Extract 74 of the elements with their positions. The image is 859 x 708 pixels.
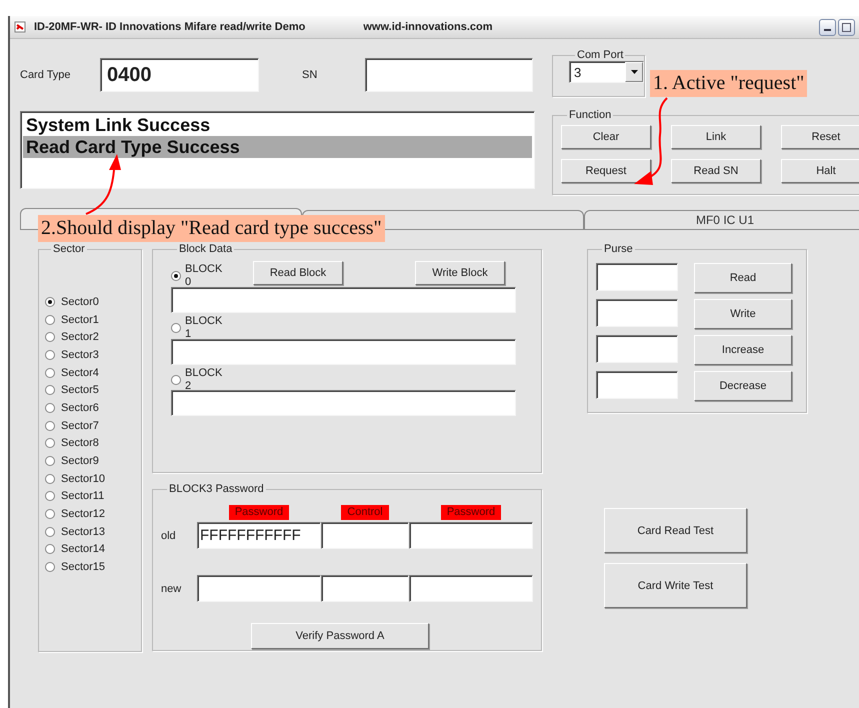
purse-field[interactable] — [596, 335, 678, 363]
sector-radio[interactable]: Sector14 — [45, 540, 106, 558]
function-button[interactable]: Reset — [781, 125, 859, 149]
purse-field[interactable] — [596, 263, 678, 291]
sector-radio[interactable]: Sector2 — [45, 328, 99, 346]
function-button[interactable]: Halt — [781, 159, 859, 183]
purse-button[interactable]: Read — [694, 263, 792, 293]
annotation-tooltip: 2.Should display "Read card type success" — [38, 215, 385, 242]
purse-button[interactable]: Increase — [694, 335, 792, 365]
tab[interactable]: MF0 IC U1 — [584, 210, 859, 229]
website-text: www.id-innovations.com — [363, 21, 493, 33]
sector-radio[interactable]: Sector0 — [45, 293, 99, 311]
block-field[interactable] — [171, 287, 516, 313]
sector-radio[interactable]: Sector15 — [45, 558, 106, 576]
com-port-dropdown[interactable]: 3 — [569, 61, 644, 83]
group-label: Block Data — [178, 243, 234, 255]
purse-field[interactable] — [596, 371, 678, 399]
app-icon[interactable] — [14, 21, 26, 33]
purse-button[interactable]: Decrease — [694, 371, 792, 401]
column-header: Password — [228, 505, 290, 520]
read-block-button[interactable]: Read Block — [253, 261, 343, 285]
maximize-icon — [842, 22, 851, 32]
test-button[interactable]: Card Write Test — [604, 563, 747, 608]
sector-radio[interactable]: Sector12 — [45, 505, 106, 523]
block-field[interactable] — [171, 338, 516, 365]
sector-radio[interactable]: Sector9 — [45, 452, 99, 470]
sector-radio[interactable]: Sector4 — [45, 364, 99, 382]
purse-field[interactable] — [596, 299, 678, 327]
password-field[interactable] — [409, 522, 533, 549]
group-label: BLOCK3 Password — [168, 483, 265, 495]
sn-field[interactable] — [365, 58, 533, 92]
sector-radio[interactable]: Sector11 — [45, 488, 104, 506]
write-block-button[interactable]: Write Block — [415, 261, 505, 285]
password-field[interactable] — [409, 575, 533, 602]
annotation-arrow — [86, 154, 121, 215]
window-title: ID-20MF-WR- ID Innovations Mifare read/write Demo — [34, 21, 306, 33]
status-list-item[interactable]: Read Card Type Success — [23, 136, 532, 158]
function-button[interactable]: Read SN — [671, 159, 761, 183]
column-header: Control — [341, 505, 389, 520]
row-label: old — [161, 530, 177, 542]
group-label: Sector — [52, 243, 86, 255]
sn-label: SN — [302, 69, 318, 81]
sector-radio[interactable]: Sector3 — [45, 346, 99, 364]
status-list-item[interactable]: System Link Success — [23, 114, 532, 136]
password-field[interactable] — [321, 575, 409, 602]
group-label: Function — [568, 109, 612, 121]
group-label: Purse — [603, 243, 634, 255]
test-button[interactable]: Card Read Test — [604, 508, 747, 553]
sector-radio[interactable]: Sector5 — [45, 381, 99, 400]
maximize-button[interactable] — [838, 18, 855, 36]
password-field[interactable] — [321, 522, 409, 549]
function-button[interactable]: Link — [671, 125, 761, 149]
column-header: Password — [440, 505, 502, 520]
dropdown-arrow-icon — [630, 70, 638, 74]
card-type-field[interactable]: 0400 — [100, 58, 259, 92]
sector-radio[interactable]: Sector10 — [45, 470, 106, 488]
sector-radio[interactable]: Sector1 — [45, 310, 99, 328]
password-field[interactable]: FFFFFFFFFFF — [197, 522, 321, 549]
block-field[interactable] — [171, 390, 516, 416]
function-button[interactable]: Request — [561, 159, 651, 183]
sector-radio[interactable]: Sector6 — [45, 399, 99, 417]
function-button[interactable]: Clear — [561, 125, 651, 149]
sector-radio[interactable]: Sector7 — [45, 416, 99, 434]
minimize-button[interactable] — [819, 18, 836, 36]
sector-radio[interactable]: Sector13 — [45, 522, 106, 541]
purse-button[interactable]: Write — [694, 299, 792, 329]
group-label: Com Port — [576, 49, 624, 61]
row-label: new — [161, 582, 182, 594]
annotation-tooltip: 1. Active "request" — [650, 70, 808, 97]
sector-radio[interactable]: Sector8 — [45, 434, 99, 452]
block-radio[interactable]: BLOCK2 — [171, 370, 225, 388]
password-field[interactable] — [197, 575, 321, 602]
verify-password-button[interactable]: Verify Password A — [251, 623, 429, 649]
card-type-label: Card Type — [20, 69, 72, 81]
